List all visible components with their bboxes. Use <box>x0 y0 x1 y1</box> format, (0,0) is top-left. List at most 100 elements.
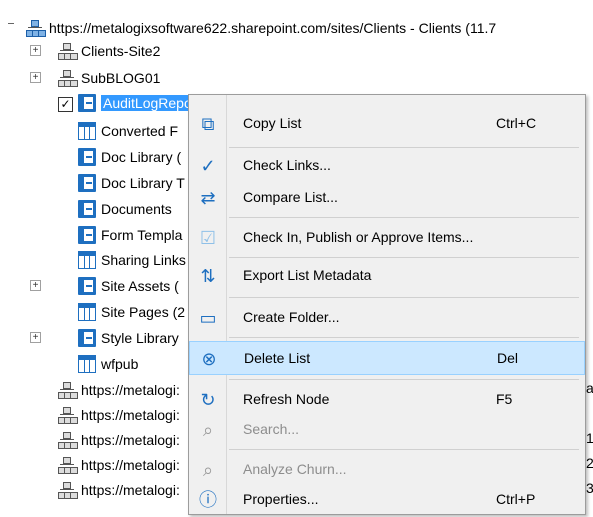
menu-separator <box>229 449 579 450</box>
menu-item-label: Search... <box>243 421 300 437</box>
tree-node-list[interactable]: Sharing Links <box>78 248 186 272</box>
tree-node-label: Doc Library T <box>101 175 185 191</box>
menu-item-label: Export List Metadata <box>243 267 372 283</box>
site-label-tail: a <box>586 380 593 396</box>
expand-icon[interactable]: + <box>30 280 41 291</box>
tree-node-clients-site2[interactable]: Clients-Site2 <box>58 39 160 63</box>
export-metadata-icon: ⇅ <box>200 266 216 286</box>
folder-icon: ▭ <box>199 308 217 328</box>
site-icon <box>58 69 78 87</box>
menu-separator <box>229 147 579 148</box>
check-in-icon: ☑ <box>199 228 217 248</box>
tree-node-label: SubBLOG01 <box>81 70 161 86</box>
tree-node-site[interactable]: https://metalogi: <box>58 403 180 427</box>
site-icon <box>58 481 78 499</box>
tree-node-label: Style Library <box>101 330 179 346</box>
menu-item-label: Refresh Node <box>243 391 330 407</box>
tree-node-list[interactable]: Doc Library T <box>78 171 185 195</box>
menu-item-shortcut: F5 <box>496 391 513 407</box>
tree-node-list[interactable]: Doc Library ( <box>78 145 181 169</box>
menu-separator <box>229 217 579 218</box>
document-library-icon <box>78 200 96 218</box>
menu-separator <box>229 297 579 298</box>
menu-item-analyze-churn[interactable]: ⌕ Analyze Churn... <box>189 453 585 487</box>
tree-node-list[interactable]: Style Library <box>78 326 179 350</box>
tree-node-label: https://metalogixsoftware622.sharepoint.… <box>49 20 497 36</box>
check-links-icon: ✓ <box>200 156 216 176</box>
delete-icon: ⊗ <box>201 349 217 369</box>
menu-item-properties[interactable]: ⓘ Properties... Ctrl+P <box>189 483 585 517</box>
properties-icon: ⓘ <box>199 490 217 510</box>
tree-node-list[interactable]: Converted F <box>78 119 178 143</box>
copy-icon: ⧉ <box>201 114 215 134</box>
menu-separator <box>229 257 579 258</box>
menu-item-create-folder[interactable]: ▭ Create Folder... <box>189 301 585 335</box>
document-library-icon <box>78 277 96 295</box>
document-library-icon <box>78 174 96 192</box>
tree-node-site[interactable]: https://metalogi: <box>58 428 180 452</box>
tree-node-list[interactable]: Documents <box>78 197 172 221</box>
tree-node-label: https://metalogi: <box>81 457 180 473</box>
menu-item-check-in[interactable]: ☑ Check In, Publish or Approve Items... <box>189 221 585 255</box>
site-icon <box>26 19 46 37</box>
tree-node-list[interactable]: wfpub <box>78 352 138 376</box>
menu-item-label: Copy List <box>243 115 302 131</box>
tree-node-site[interactable]: https://metalogi: <box>58 478 180 502</box>
document-library-icon <box>78 94 96 112</box>
site-icon <box>58 431 78 449</box>
tree-node-label: Form Templa <box>101 227 183 243</box>
tree-node-label: Site Assets ( <box>101 278 179 294</box>
analyze-churn-icon: ⌕ <box>202 460 214 480</box>
tree-node-label: Documents <box>101 201 172 217</box>
search-icon: ⌕ <box>202 420 214 440</box>
menu-item-label: Properties... <box>243 491 319 507</box>
expand-icon[interactable]: + <box>30 45 41 56</box>
document-library-icon <box>78 226 96 244</box>
compare-icon: ⇄ <box>200 188 216 208</box>
tree-node-label: Clients-Site2 <box>81 43 161 59</box>
tree-node-label: https://metalogi: <box>81 432 180 448</box>
list-icon <box>78 355 96 373</box>
refresh-icon: ↻ <box>200 390 216 410</box>
menu-item-label: Delete List <box>244 350 311 366</box>
tree-node-label: Sharing Links <box>101 252 186 268</box>
collapse-line <box>8 23 14 24</box>
checkbox[interactable]: ✓ <box>58 97 73 112</box>
menu-item-copy-list[interactable]: ⧉ Copy List Ctrl+C <box>189 107 585 141</box>
menu-item-label: Create Folder... <box>243 309 340 325</box>
menu-item-delete-list[interactable]: ⊗ Delete List Del <box>189 341 585 375</box>
tree-node-label: https://metalogi: <box>81 482 180 498</box>
menu-item-shortcut: Ctrl+C <box>496 115 537 131</box>
menu-item-shortcut: Del <box>497 350 519 366</box>
tree-node-list[interactable]: Site Assets ( <box>78 274 179 298</box>
expand-icon[interactable]: + <box>30 72 41 83</box>
site-label-tail: 1 <box>586 430 593 446</box>
menu-separator <box>229 337 579 338</box>
tree-node-label: wfpub <box>101 356 139 372</box>
site-icon <box>58 456 78 474</box>
site-icon <box>58 381 78 399</box>
tree-node-site[interactable]: https://metalogi: <box>58 378 180 402</box>
menu-item-refresh-node[interactable]: ↻ Refresh Node F5 <box>189 383 585 417</box>
tree-node-label: Site Pages (2 <box>101 304 186 320</box>
tree-node-label: https://metalogi: <box>81 382 180 398</box>
menu-item-check-links[interactable]: ✓ Check Links... <box>189 149 585 183</box>
document-library-icon <box>78 329 96 347</box>
expand-icon[interactable]: + <box>30 332 41 343</box>
tree-node-label: Converted F <box>101 123 179 139</box>
menu-item-shortcut: Ctrl+P <box>496 491 536 507</box>
menu-item-compare-list[interactable]: ⇄ Compare List... <box>189 181 585 215</box>
tree-node-label: Doc Library ( <box>101 149 182 165</box>
list-icon <box>78 251 96 269</box>
site-icon <box>58 406 78 424</box>
tree-node-label: https://metalogi: <box>81 407 180 423</box>
menu-separator <box>229 379 579 380</box>
menu-item-search[interactable]: ⌕ Search... <box>189 413 585 447</box>
tree-node-list[interactable]: Site Pages (2 <box>78 300 185 324</box>
tree-node-root[interactable]: https://metalogixsoftware622.sharepoint.… <box>26 16 496 40</box>
list-icon <box>78 122 96 140</box>
tree-node-subblog01[interactable]: SubBLOG01 <box>58 66 160 90</box>
tree-node-list[interactable]: Form Templa <box>78 223 182 247</box>
tree-node-site[interactable]: https://metalogi: <box>58 453 180 477</box>
menu-item-export-metadata[interactable]: ⇅ Export List Metadata <box>189 259 585 293</box>
